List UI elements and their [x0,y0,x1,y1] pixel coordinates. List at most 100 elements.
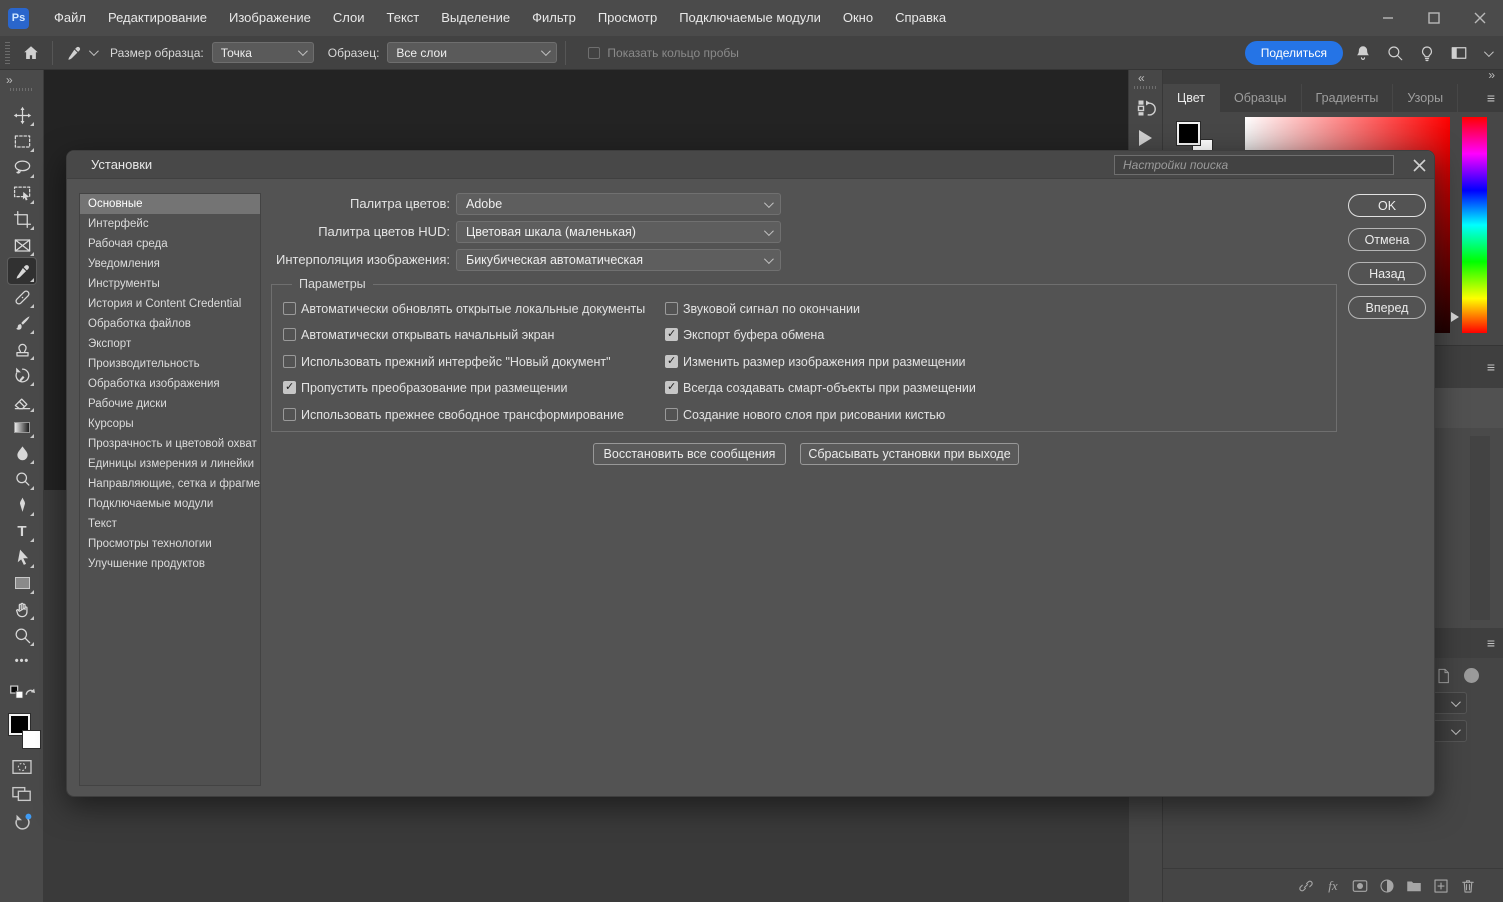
clone-stamp-tool[interactable] [8,336,36,362]
sidebar-item-cursors[interactable]: Курсоры [80,414,260,434]
share-button[interactable]: Поделиться [1245,41,1343,65]
options-bar-grip[interactable] [5,42,10,64]
panel-menu-icon[interactable]: ≡ [1487,628,1495,658]
hand-tool[interactable] [8,596,36,622]
layer-group-icon[interactable] [1405,877,1423,895]
toolbar-grip[interactable] [10,88,34,91]
panel-menu-icon[interactable]: ≡ [1487,346,1495,389]
sidebar-item-export[interactable]: Экспорт [80,334,260,354]
preferences-search-input[interactable] [1114,155,1394,175]
checkbox-legacy-free-transform[interactable] [283,408,296,421]
menu-select[interactable]: Выделение [430,0,521,36]
object-selection-tool[interactable] [8,180,36,206]
sample-size-select[interactable]: Точка [212,42,314,63]
sidebar-item-file-handling[interactable]: Обработка файлов [80,314,260,334]
notifications-bell-icon[interactable] [1351,41,1375,65]
sidebar-item-guides-grid-slices[interactable]: Направляющие, сетка и фрагменты [80,474,260,494]
history-panel-icon[interactable] [1136,98,1156,118]
checkbox-always-create-smart-objects[interactable] [665,381,678,394]
blur-tool[interactable] [8,440,36,466]
frame-tool[interactable] [8,232,36,258]
cancel-button[interactable]: Отмена [1348,228,1426,251]
dock-collapse-icon[interactable]: « [1138,71,1145,85]
rotate-view-tool[interactable] [0,812,44,834]
hud-color-picker-select[interactable]: Цветовая шкала (маленькая) [456,221,781,243]
sidebar-item-image-processing[interactable]: Обработка изображения [80,374,260,394]
tab-swatches[interactable]: Образцы [1220,84,1302,112]
path-selection-tool[interactable] [8,544,36,570]
history-brush-tool[interactable] [8,362,36,388]
adjustment-layer-icon[interactable] [1378,877,1396,895]
image-interpolation-select[interactable]: Бикубическая автоматическая [456,249,781,271]
checkbox-skip-transform-when-placing[interactable] [283,381,296,394]
reset-all-warnings-button[interactable]: Восстановить все сообщения [593,443,786,465]
zoom-tool[interactable] [8,622,36,648]
hue-slider[interactable] [1462,117,1487,333]
menu-help[interactable]: Справка [884,0,957,36]
panel-expand-icon[interactable]: » [1488,68,1495,82]
dodge-tool[interactable] [8,466,36,492]
menu-file[interactable]: Файл [43,0,97,36]
toolbar-expand-icon[interactable]: » [6,73,13,87]
brush-tool[interactable] [8,310,36,336]
crop-tool[interactable] [8,206,36,232]
sidebar-item-plugins[interactable]: Подключаемые модули [80,494,260,514]
link-layers-icon[interactable] [1297,877,1315,895]
checkbox-auto-update-open-documents[interactable] [283,302,296,315]
background-color-swatch[interactable] [22,730,41,749]
sidebar-item-scratch-disks[interactable]: Рабочие диски [80,394,260,414]
menu-edit[interactable]: Редактирование [97,0,218,36]
actions-panel-icon[interactable] [1136,128,1156,148]
rectangle-tool[interactable] [8,570,36,596]
reset-preferences-on-quit-button[interactable]: Сбрасывать установки при выходе [800,443,1019,465]
spot-healing-brush-tool[interactable] [8,284,36,310]
new-layer-icon[interactable] [1432,877,1450,895]
menu-filter[interactable]: Фильтр [521,0,587,36]
sidebar-item-transparency-gamut[interactable]: Прозрачность и цветовой охват [80,434,260,454]
checkbox-auto-show-home-screen[interactable] [283,328,296,341]
layer-effects-icon[interactable]: fx [1324,877,1342,895]
home-icon[interactable] [18,40,44,66]
maximize-button[interactable] [1411,0,1457,36]
tab-gradients[interactable]: Градиенты [1302,84,1394,112]
eraser-tool[interactable] [8,388,36,414]
dock-grip[interactable] [1134,86,1158,89]
sample-select[interactable]: Все слои [387,42,557,63]
quick-mask-toggle[interactable] [0,758,44,776]
menu-type[interactable]: Текст [376,0,431,36]
sidebar-item-performance[interactable]: Производительность [80,354,260,374]
workspace-icon[interactable] [1447,41,1471,65]
sidebar-item-history-content-credentials[interactable]: История и Content Credential [80,294,260,314]
menu-view[interactable]: Просмотр [587,0,668,36]
discover-lightbulb-icon[interactable] [1415,41,1439,65]
checkbox-resize-image-during-place[interactable] [665,355,678,368]
panel-toggle[interactable] [1464,668,1479,683]
prev-button[interactable]: Назад [1348,262,1426,285]
menu-plugins[interactable]: Подключаемые модули [668,0,832,36]
screen-mode-button[interactable] [0,784,44,804]
dialog-close-icon[interactable] [1412,158,1427,173]
sidebar-item-technology-previews[interactable]: Просмотры технологии [80,534,260,554]
type-tool[interactable]: T [8,518,36,544]
layer-mask-icon[interactable] [1351,877,1369,895]
sidebar-item-product-improvement[interactable]: Улучшение продуктов [80,554,260,574]
gradient-tool[interactable] [8,414,36,440]
foreground-color-swatch[interactable] [1177,122,1200,145]
sidebar-item-units-rulers[interactable]: Единицы измерения и линейки [80,454,260,474]
menu-layers[interactable]: Слои [322,0,376,36]
eyedropper-tool-icon[interactable] [61,40,87,66]
menu-image[interactable]: Изображение [218,0,322,36]
show-sampling-ring-checkbox[interactable] [588,47,600,59]
delete-layer-icon[interactable] [1459,877,1477,895]
checkbox-export-clipboard[interactable] [665,328,678,341]
workspace-chevron-icon[interactable] [1484,47,1494,57]
panel-menu-icon[interactable]: ≡ [1487,84,1495,112]
checkbox-create-new-layer-when-painting[interactable] [665,408,678,421]
edit-toolbar-button[interactable]: ••• [8,648,36,674]
tool-preset-chevron-icon[interactable] [89,46,99,56]
rectangular-marquee-tool[interactable] [8,128,36,154]
minimize-button[interactable] [1365,0,1411,36]
scrollbar-track[interactable] [1470,436,1490,620]
sidebar-item-type[interactable]: Текст [80,514,260,534]
ok-button[interactable]: OK [1348,194,1426,217]
